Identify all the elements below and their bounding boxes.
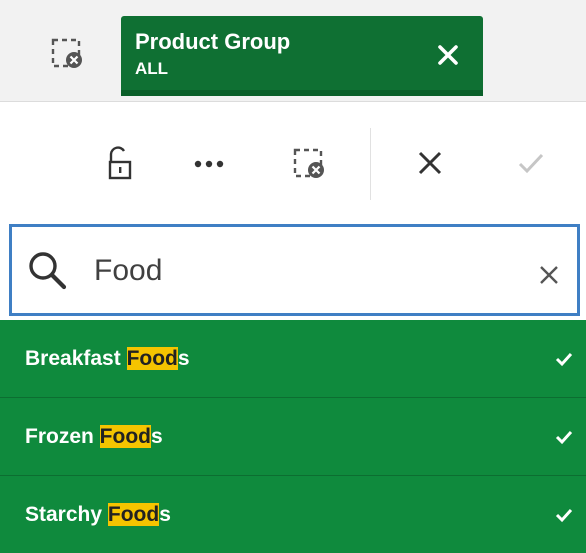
clear-selections-icon[interactable]	[50, 36, 84, 70]
item-text: s	[150, 424, 163, 448]
item-text: s	[159, 502, 171, 526]
search-highlight: Food	[99, 424, 151, 448]
chip-underline	[121, 90, 483, 96]
search-input[interactable]	[94, 251, 484, 291]
item-text: Breakfast	[25, 346, 127, 370]
selection-chip[interactable]: Product Group ALL	[121, 16, 483, 96]
list-item[interactable]: Breakfast Foods	[0, 320, 586, 397]
item-text: Frozen	[25, 424, 100, 448]
item-text: s	[177, 346, 190, 370]
more-icon	[194, 156, 224, 174]
chip-value: ALL	[135, 59, 169, 78]
lock-icon	[102, 144, 136, 187]
list-item-label: Frozen Foods	[25, 424, 163, 449]
clear-selection-button[interactable]	[284, 140, 334, 190]
list-item-label: Breakfast Foods	[25, 346, 190, 371]
search-icon	[26, 249, 70, 293]
list-item-label: Starchy Foods	[25, 502, 171, 527]
clear-icon[interactable]	[531, 257, 567, 293]
cancel-selection-button[interactable]	[405, 140, 455, 190]
list-item[interactable]: Starchy Foods	[0, 475, 586, 553]
chip-title: Product Group	[135, 29, 291, 54]
item-text: Starchy	[25, 502, 108, 526]
more-button[interactable]	[184, 140, 234, 190]
clear-selections-icon	[292, 146, 326, 185]
search-box	[9, 224, 580, 316]
confirm-selection-button[interactable]	[506, 140, 556, 190]
selections-bar: Product Group ALL	[0, 0, 586, 102]
toolbar-divider	[370, 128, 371, 200]
listbox: Breakfast Foods Frozen Foods Starchy Foo…	[0, 320, 586, 553]
cancel-icon	[416, 149, 444, 182]
check-icon	[554, 350, 574, 368]
selection-toolbar	[0, 102, 586, 222]
lock-button[interactable]	[94, 140, 144, 190]
close-icon[interactable]	[433, 40, 463, 70]
search-highlight: Food	[107, 502, 160, 526]
search-highlight: Food	[126, 346, 178, 370]
check-icon	[554, 506, 574, 524]
confirm-icon	[517, 151, 545, 180]
check-icon	[554, 428, 574, 446]
list-item[interactable]: Frozen Foods	[0, 397, 586, 475]
